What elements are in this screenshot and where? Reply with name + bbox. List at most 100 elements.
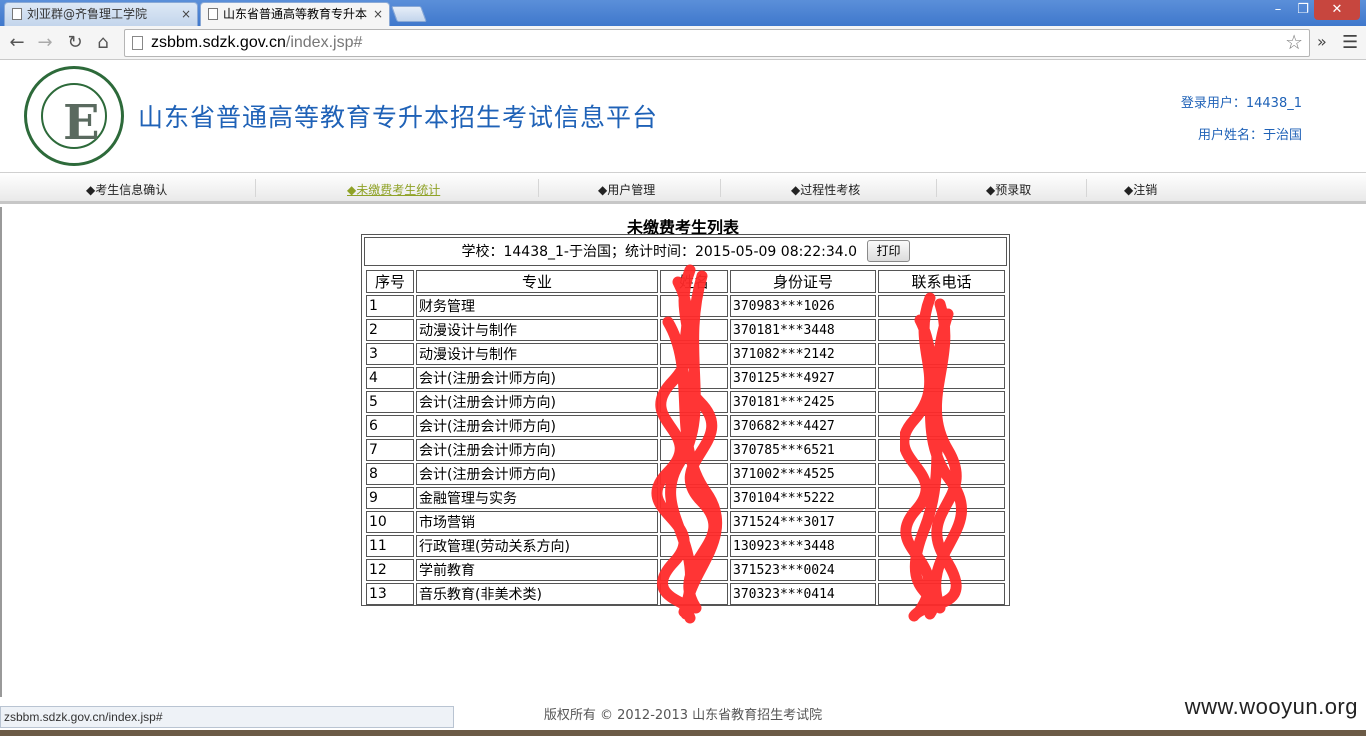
school-info: 学校：14438_1-于治国；统计时间：2015-05-09 08:22:34.… [461, 244, 858, 260]
menu-divider [936, 179, 937, 197]
minimize-icon[interactable]: – [1266, 0, 1290, 20]
restore-icon[interactable]: ❐ [1292, 0, 1314, 20]
table-row: 3 动漫设计与制作 371082***2142 [366, 343, 1005, 365]
bookmark-star-icon[interactable]: ☆ [1285, 30, 1303, 56]
sdzk-logo: E [24, 66, 124, 166]
cell-major: 金融管理与实务 [416, 487, 658, 509]
table-row: 6 会计(注册会计师方向) 370682***4427 [366, 415, 1005, 437]
url-path: /index.jsp# [285, 34, 363, 51]
cell-no: 9 [366, 487, 414, 509]
table-row: 11 行政管理(劳动关系方向) 130923***3448 [366, 535, 1005, 557]
main-menu: ◆考生信息确认 ◆未缴费考生统计 ◆用户管理 ◆过程性考核 ◆预录取 ◆注销 [0, 172, 1366, 204]
student-table: 序号 专业 姓名 身份证号 联系电话 1 财务管理 370983***1026 2 动漫… [364, 268, 1007, 607]
extensions-chevron-icon[interactable]: » [1317, 32, 1327, 51]
cell-id-number: 370983***1026 [730, 295, 876, 317]
cell-name [660, 295, 728, 317]
cell-no: 8 [366, 463, 414, 485]
cell-phone [878, 535, 1005, 557]
back-arrow-icon[interactable]: ← [6, 32, 28, 54]
cell-no: 11 [366, 535, 414, 557]
table-row: 12 学前教育 371523***0024 [366, 559, 1005, 581]
column-header: 身份证号 [730, 270, 876, 293]
cell-phone [878, 319, 1005, 341]
cell-phone [878, 439, 1005, 461]
page-icon [12, 8, 22, 20]
address-bar[interactable]: zsbbm.sdzk.gov.cn/index.jsp# ☆ [124, 29, 1310, 57]
cell-major: 财务管理 [416, 295, 658, 317]
menu-item-process-assessment[interactable]: ◆过程性考核 [791, 181, 860, 198]
cell-id-number: 370181***3448 [730, 319, 876, 341]
forward-arrow-icon[interactable]: → [34, 32, 56, 54]
watermark: www.wooyun.org [1184, 694, 1358, 719]
page-icon [208, 8, 218, 20]
cell-major: 音乐教育(非美术类) [416, 583, 658, 605]
cell-major: 学前教育 [416, 559, 658, 581]
menu-divider [538, 179, 539, 197]
cell-id-number: 370181***2425 [730, 391, 876, 413]
cell-major: 会计(注册会计师方向) [416, 463, 658, 485]
cell-major: 市场营销 [416, 511, 658, 533]
cell-name [660, 319, 728, 341]
menu-divider [1086, 179, 1087, 197]
menu-item-user-management[interactable]: ◆用户管理 [598, 181, 655, 198]
cell-name [660, 535, 728, 557]
cell-name [660, 487, 728, 509]
cell-no: 6 [366, 415, 414, 437]
cell-phone [878, 583, 1005, 605]
menu-item-candidate-confirm[interactable]: ◆考生信息确认 [86, 181, 167, 198]
cell-phone [878, 415, 1005, 437]
content-left-border [0, 207, 2, 697]
cell-name [660, 391, 728, 413]
menu-item-unpaid-stats[interactable]: ◆未缴费考生统计 [347, 181, 440, 198]
cell-phone [878, 367, 1005, 389]
tab-inactive[interactable]: 刘亚群@齐鲁理工学院 × [4, 2, 198, 26]
cell-id-number: 370682***4427 [730, 415, 876, 437]
table-row: 8 会计(注册会计师方向) 371002***4525 [366, 463, 1005, 485]
table-row: 13 音乐教育(非美术类) 370323***0414 [366, 583, 1005, 605]
status-bar-url: zsbbm.sdzk.gov.cn/index.jsp# [0, 706, 454, 728]
cell-major: 会计(注册会计师方向) [416, 415, 658, 437]
cell-phone [878, 511, 1005, 533]
cell-major: 会计(注册会计师方向) [416, 439, 658, 461]
column-header: 姓名 [660, 270, 728, 293]
cell-name [660, 415, 728, 437]
cell-id-number: 371082***2142 [730, 343, 876, 365]
cell-no: 4 [366, 367, 414, 389]
table-row: 2 动漫设计与制作 370181***3448 [366, 319, 1005, 341]
print-button[interactable]: 打印 [867, 240, 910, 262]
cell-phone [878, 295, 1005, 317]
table-row: 5 会计(注册会计师方向) 370181***2425 [366, 391, 1005, 413]
cell-phone [878, 487, 1005, 509]
table-row: 4 会计(注册会计师方向) 370125***4927 [366, 367, 1005, 389]
home-icon[interactable]: ⌂ [92, 32, 114, 54]
close-tab-icon[interactable]: × [373, 3, 383, 25]
menu-item-pre-admission[interactable]: ◆预录取 [986, 181, 1031, 198]
reload-icon[interactable]: ↻ [64, 32, 86, 54]
cell-name [660, 439, 728, 461]
cell-phone [878, 463, 1005, 485]
cell-id-number: 370104***5222 [730, 487, 876, 509]
cell-id-number: 130923***3448 [730, 535, 876, 557]
cell-major: 会计(注册会计师方向) [416, 391, 658, 413]
menu-item-logout[interactable]: ◆注销 [1124, 181, 1157, 198]
cell-no: 2 [366, 319, 414, 341]
new-tab-button[interactable] [391, 6, 427, 22]
table-header-row: 序号 专业 姓名 身份证号 联系电话 [366, 270, 1005, 293]
cell-no: 1 [366, 295, 414, 317]
menu-icon[interactable]: ☰ [1342, 32, 1358, 53]
cell-name [660, 511, 728, 533]
column-header: 专业 [416, 270, 658, 293]
column-header: 序号 [366, 270, 414, 293]
taskbar [0, 730, 1366, 736]
user-name: 用户姓名：于治国 [1197, 128, 1302, 143]
cell-id-number: 370125***4927 [730, 367, 876, 389]
tab-title: 刘亚群@齐鲁理工学院 [27, 7, 148, 21]
table-row: 7 会计(注册会计师方向) 370785***6521 [366, 439, 1005, 461]
tab-active[interactable]: 山东省普通高等教育专升本 × [200, 2, 390, 27]
cell-major: 会计(注册会计师方向) [416, 367, 658, 389]
cell-no: 3 [366, 343, 414, 365]
cell-major: 动漫设计与制作 [416, 319, 658, 341]
close-tab-icon[interactable]: × [181, 3, 191, 25]
window-close-icon[interactable]: ✕ [1314, 0, 1360, 20]
table-row: 10 市场营销 371524***3017 [366, 511, 1005, 533]
